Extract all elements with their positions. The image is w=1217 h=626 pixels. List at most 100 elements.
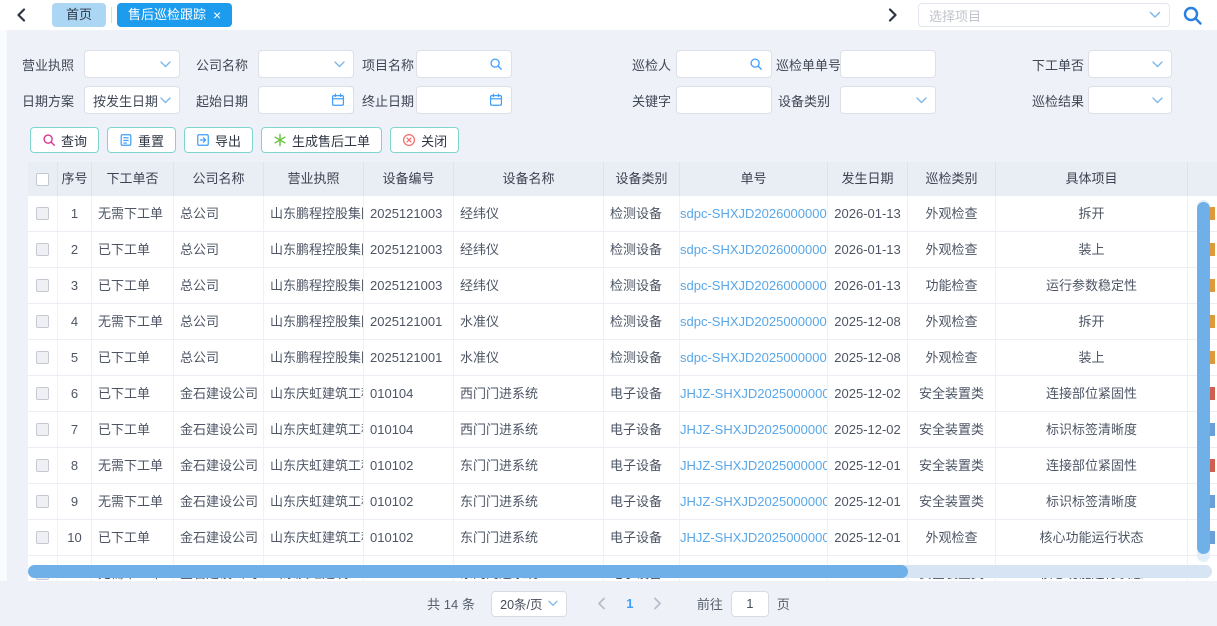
- cell-inspect-type: 外观检查: [908, 520, 996, 555]
- cell-item: 拆开: [996, 196, 1188, 231]
- table-row: 1 无需下工单 总公司 山东鹏程控股集团有 2025121003 经纬仪 检测设…: [28, 196, 1217, 232]
- row-checkbox[interactable]: [36, 279, 49, 292]
- goto-page-input[interactable]: [731, 591, 769, 617]
- row-checkbox[interactable]: [36, 207, 49, 220]
- cell-device-name: 东门门进系统: [454, 448, 604, 483]
- current-page[interactable]: 1: [615, 596, 645, 611]
- cell-work-order: 已下工单: [92, 340, 174, 375]
- header-order-no: 单号: [680, 162, 828, 196]
- row-checkbox-cell: [28, 376, 58, 411]
- cell-device-type: 检测设备: [604, 268, 680, 303]
- filter-row-2: 日期方案 按发生日期 起始日期 终止日期 关键字 设备类别 巡检结果: [0, 86, 1217, 114]
- page-size-value: 20条/页: [500, 594, 542, 613]
- horizontal-scrollbar-thumb[interactable]: [28, 565, 908, 578]
- page-size-select[interactable]: 20条/页: [491, 591, 567, 617]
- order-link[interactable]: JHJZ-SHXJD20250000003: [680, 422, 828, 437]
- work-order-flag-select[interactable]: [1088, 50, 1172, 78]
- tab-after-sales-inspection[interactable]: 售后巡检跟踪 ×: [117, 3, 232, 27]
- cell-device-name: 经纬仪: [454, 196, 604, 231]
- query-button[interactable]: 查询: [30, 127, 99, 153]
- cell-license: 山东庆虹建筑工程有: [264, 484, 364, 519]
- row-checkbox[interactable]: [36, 459, 49, 472]
- cell-license: 山东庆虹建筑工程有: [264, 412, 364, 447]
- cell-inspect-type: 外观检查: [908, 232, 996, 267]
- cell-work-order: 无需下工单: [92, 484, 174, 519]
- horizontal-scrollbar[interactable]: [28, 565, 1212, 578]
- tab-home[interactable]: 首页: [52, 3, 106, 27]
- end-date-label: 终止日期: [362, 91, 416, 110]
- reset-button[interactable]: 重置: [107, 127, 176, 153]
- order-link[interactable]: sdpc-SHXJD20250000003: [680, 350, 828, 365]
- row-checkbox[interactable]: [36, 315, 49, 328]
- close-button[interactable]: 关闭: [390, 127, 459, 153]
- table-row: 2 已下工单 总公司 山东鹏程控股集团有 2025121003 经纬仪 检测设备…: [28, 232, 1217, 268]
- cell-index: 8: [58, 448, 92, 483]
- project-name-input[interactable]: [416, 50, 512, 78]
- device-category-select[interactable]: [840, 86, 936, 114]
- cell-index: 10: [58, 520, 92, 555]
- table-row: 6 已下工单 金石建设公司 山东庆虹建筑工程有 010104 西门门进系统 电子…: [28, 376, 1217, 412]
- row-checkbox[interactable]: [36, 423, 49, 436]
- row-checkbox-cell: [28, 304, 58, 339]
- export-button[interactable]: 导出: [184, 127, 253, 153]
- calendar-icon[interactable]: [331, 93, 345, 107]
- cell-company: 总公司: [174, 196, 264, 231]
- tabs-scroll-right-button[interactable]: [882, 4, 904, 26]
- project-search-button[interactable]: [1182, 5, 1203, 26]
- row-checkbox[interactable]: [36, 387, 49, 400]
- date-scheme-select[interactable]: 按发生日期: [84, 86, 180, 114]
- order-link[interactable]: sdpc-SHXJD20260000001: [680, 206, 828, 221]
- order-link[interactable]: sdpc-SHXJD20260000001: [680, 242, 828, 257]
- inspection-order-no-input[interactable]: [840, 50, 936, 78]
- project-select[interactable]: 选择项目: [918, 3, 1170, 27]
- vertical-scrollbar-thumb[interactable]: [1197, 202, 1210, 554]
- search-icon: [42, 133, 56, 147]
- cell-item: 标识标签清晰度: [996, 412, 1188, 447]
- generate-work-order-button[interactable]: 生成售后工单: [261, 127, 382, 153]
- prev-page-button[interactable]: [589, 591, 615, 617]
- order-link[interactable]: sdpc-SHXJD20260000001: [680, 278, 828, 293]
- order-link[interactable]: sdpc-SHXJD20250000003: [680, 314, 828, 329]
- row-checkbox[interactable]: [36, 243, 49, 256]
- cell-license: 山东鹏程控股集团有: [264, 340, 364, 375]
- row-checkbox[interactable]: [36, 531, 49, 544]
- header-device-name: 设备名称: [454, 162, 604, 196]
- search-icon[interactable]: [489, 57, 503, 71]
- inspector-input[interactable]: [676, 50, 772, 78]
- calendar-icon[interactable]: [489, 93, 503, 107]
- cell-company: 金石建设公司: [174, 520, 264, 555]
- select-all-checkbox[interactable]: [36, 173, 49, 186]
- chevron-down-icon: [160, 61, 171, 68]
- tab-divider: [111, 7, 112, 23]
- cell-inspect-type: 安全装置类: [908, 412, 996, 447]
- chevron-left-icon: [597, 597, 606, 610]
- query-button-label: 查询: [61, 131, 87, 150]
- company-name-select[interactable]: [258, 50, 354, 78]
- business-license-select[interactable]: [84, 50, 180, 78]
- row-checkbox[interactable]: [36, 495, 49, 508]
- tab-close-icon[interactable]: ×: [213, 8, 221, 22]
- cell-device-name: 水准仪: [454, 340, 604, 375]
- order-link[interactable]: JHJZ-SHXJD20250000003: [680, 386, 828, 401]
- cell-order-no: JHJZ-SHXJD20250000002: [680, 520, 828, 555]
- cell-item: 装上: [996, 340, 1188, 375]
- cell-device-no: 2025121003: [364, 232, 454, 267]
- vertical-scrollbar[interactable]: [1197, 200, 1210, 562]
- cell-index: 5: [58, 340, 92, 375]
- search-icon[interactable]: [749, 57, 763, 71]
- start-date-input[interactable]: [258, 86, 354, 114]
- row-checkbox[interactable]: [36, 351, 49, 364]
- inspection-result-select[interactable]: [1088, 86, 1172, 114]
- cell-date: 2026-01-13: [828, 232, 908, 267]
- tabs-scroll-left-button[interactable]: [10, 4, 32, 26]
- keyword-input[interactable]: [676, 86, 772, 114]
- order-link[interactable]: JHJZ-SHXJD20250000002: [680, 530, 828, 545]
- chevron-right-icon: [888, 8, 898, 22]
- end-date-input[interactable]: [416, 86, 512, 114]
- cell-date: 2025-12-01: [828, 520, 908, 555]
- cell-item: 连接部位紧固性: [996, 448, 1188, 483]
- inspection-table: 序号 下工单否 公司名称 营业执照 设备编号 设备名称 设备类别 单号 发生日期…: [0, 162, 1217, 581]
- order-link[interactable]: JHJZ-SHXJD20250000002: [680, 458, 828, 473]
- order-link[interactable]: JHJZ-SHXJD20250000002: [680, 494, 828, 509]
- next-page-button[interactable]: [645, 591, 671, 617]
